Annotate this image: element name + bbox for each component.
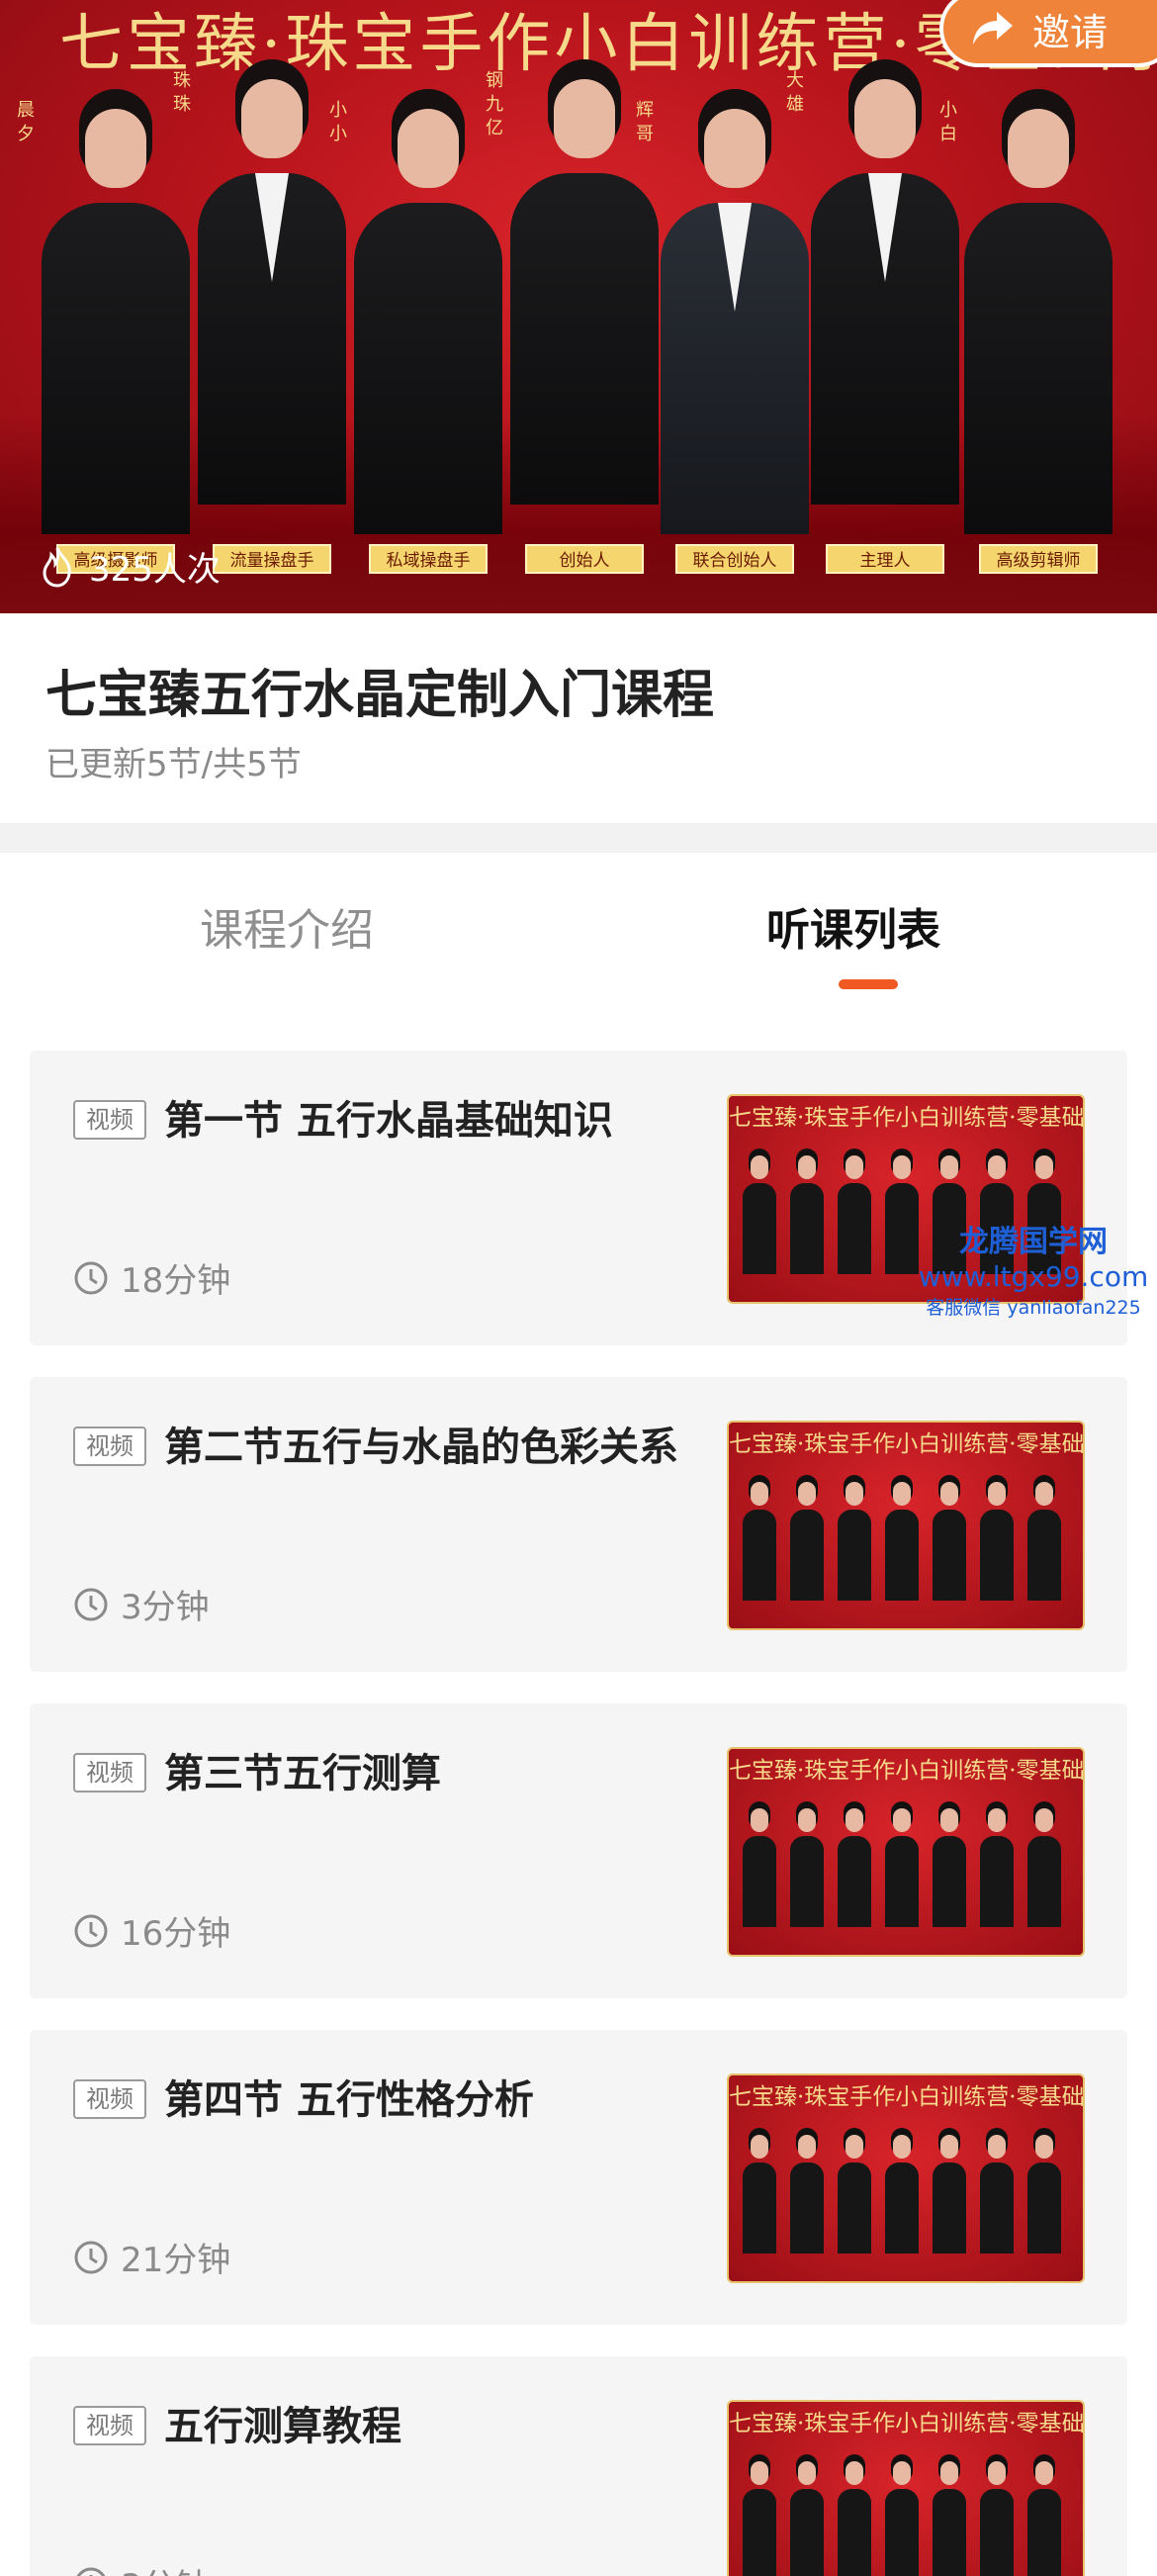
instructor-name: 珠珠 <box>173 70 191 115</box>
watermark-url: www.ltgx99.com <box>918 1260 1149 1293</box>
instructor-name: 辉哥 <box>636 100 654 144</box>
instructor-6: 大雄 主理人 <box>786 70 959 574</box>
instructor-name: 晨夕 <box>17 100 35 144</box>
instructor-2: 珠珠 流量操盘手 <box>173 70 346 574</box>
lesson-item[interactable]: 视频 五行测算教程 3分钟 七宝臻·珠宝手作小白训练营·零基础可学 <box>30 2356 1127 2576</box>
instructor-name: 小白 <box>939 100 957 144</box>
lesson-thumbnail: 七宝臻·珠宝手作小白训练营·零基础可学 <box>727 2400 1085 2576</box>
video-badge: 视频 <box>73 1100 146 1140</box>
site-watermark: 龙腾国学网 www.ltgx99.com 客服微信 yanliaofan225 <box>910 1225 1157 1322</box>
video-badge: 视频 <box>73 2406 146 2445</box>
lesson-thumbnail: 七宝臻·珠宝手作小白训练营·零基础可学 <box>727 1421 1085 1630</box>
active-tab-indicator <box>839 979 898 989</box>
clock-icon <box>76 2567 106 2576</box>
lesson-duration: 16分钟 <box>73 1906 230 1955</box>
tab-lesson-list[interactable]: 听课列表 <box>766 894 940 958</box>
clock-icon <box>74 1914 108 1947</box>
instructor-role: 创始人 <box>525 544 644 574</box>
instructor-name: 钢九亿 <box>486 70 503 138</box>
view-count: 325人次 <box>40 542 221 591</box>
instructor-role: 主理人 <box>826 544 944 574</box>
instructor-name: 大雄 <box>786 70 804 115</box>
instructor-role: 流量操盘手 <box>213 544 331 574</box>
lesson-item[interactable]: 视频 第四节 五行性格分析 21分钟 七宝臻·珠宝手作小白训练营·零基础可学 <box>30 2030 1127 2325</box>
lesson-duration: 18分钟 <box>73 1253 230 1302</box>
clock-icon <box>74 1261 108 1294</box>
lesson-duration: 3分钟 <box>73 1580 210 1628</box>
thumbnail-caption: 七宝臻·珠宝手作小白训练营·零基础可学 <box>729 1758 1083 1784</box>
thumbnail-caption: 七宝臻·珠宝手作小白训练营·零基础可学 <box>729 2411 1083 2437</box>
lesson-title: 第三节五行测算 <box>164 1751 441 1796</box>
lesson-title: 第四节 五行性格分析 <box>164 2077 534 2123</box>
course-title: 七宝臻五行水晶定制入门课程 <box>45 666 715 725</box>
lesson-title: 五行测算教程 <box>164 2404 401 2449</box>
instructor-name: 小小 <box>329 100 347 144</box>
lesson-duration-text: 16分钟 <box>121 1914 231 1954</box>
flame-icon <box>43 546 71 588</box>
instructor-role: 私域操盘手 <box>369 544 488 574</box>
instructor-role: 联合创始人 <box>675 544 794 574</box>
instructor-7: 小白 高级剪辑师 <box>939 100 1112 574</box>
watermark-contact: 客服微信 yanliaofan225 <box>926 1297 1141 1319</box>
video-badge: 视频 <box>73 1753 146 1793</box>
instructor-3: 小小 私域操盘手 <box>329 100 502 574</box>
video-badge: 视频 <box>73 1426 146 1466</box>
lesson-duration-text: 3分钟 <box>121 2559 210 2576</box>
lesson-thumbnail: 七宝臻·珠宝手作小白训练营·零基础可学 <box>727 1747 1085 1957</box>
lesson-duration-text: 21分钟 <box>121 2241 231 2280</box>
tab-course-intro[interactable]: 课程介绍 <box>200 894 374 958</box>
video-badge: 视频 <box>73 2079 146 2119</box>
lesson-title: 第一节 五行水晶基础知识 <box>164 1098 613 1144</box>
thumbnail-caption: 七宝臻·珠宝手作小白训练营·零基础可学 <box>729 1431 1083 1457</box>
lesson-thumbnail: 七宝臻·珠宝手作小白训练营·零基础可学 <box>727 2073 1085 2283</box>
share-arrow-icon <box>973 12 1013 45</box>
course-banner: 七宝臻·珠宝手作小白训练营·零基础学 晨夕 高级摄影师 珠珠 流量操盘手 小小 … <box>0 0 1157 613</box>
clock-icon <box>74 2241 108 2273</box>
course-header: 七宝臻五行水晶定制入门课程 已更新5节/共5节 <box>0 613 1157 823</box>
invite-button[interactable]: 邀请 <box>939 0 1157 67</box>
view-count-text: 325人次 <box>89 550 221 590</box>
thumbnail-caption: 七宝臻·珠宝手作小白训练营·零基础可学 <box>729 1105 1083 1131</box>
app-root: 七宝臻·珠宝手作小白训练营·零基础学 晨夕 高级摄影师 珠珠 流量操盘手 小小 … <box>0 0 1157 2576</box>
tab-bar: 课程介绍 听课列表 <box>0 853 1157 991</box>
instructor-role: 高级剪辑师 <box>979 544 1098 574</box>
instructor-5: 辉哥 联合创始人 <box>636 100 809 574</box>
course-progress: 已更新5节/共5节 <box>45 745 302 784</box>
lesson-item[interactable]: 视频 第三节五行测算 16分钟 七宝臻·珠宝手作小白训练营·零基础可学 <box>30 1703 1127 1998</box>
lesson-title: 第二节五行与水晶的色彩关系 <box>164 1425 678 1470</box>
instructor-4: 钢九亿 创始人 <box>486 70 659 574</box>
thumbnail-caption: 七宝臻·珠宝手作小白训练营·零基础可学 <box>729 2084 1083 2110</box>
lesson-duration: 21分钟 <box>73 2233 230 2281</box>
invite-label: 邀请 <box>1032 10 1109 54</box>
lesson-item[interactable]: 视频 第二节五行与水晶的色彩关系 3分钟 七宝臻·珠宝手作小白训练营·零基础可学 <box>30 1377 1127 1672</box>
watermark-site-name: 龙腾国学网 <box>959 1225 1108 1259</box>
lesson-duration-text: 18分钟 <box>121 1261 231 1301</box>
clock-icon <box>74 1588 108 1620</box>
lesson-duration-text: 3分钟 <box>121 1588 210 1627</box>
lesson-duration: 3分钟 <box>73 2559 210 2576</box>
instructor-1: 晨夕 高级摄影师 <box>17 100 190 574</box>
